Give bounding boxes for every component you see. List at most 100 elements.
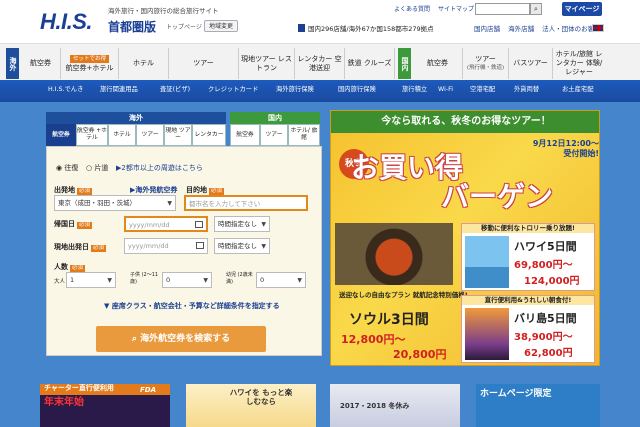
tab-overseas-tour[interactable]: ツアー xyxy=(136,124,164,146)
header-tabs: 国内店舗 海外店舗 法人・団体のお客様 xyxy=(474,23,607,33)
tab-local-tour[interactable]: 現地 ツアー xyxy=(164,124,192,146)
promo-hawaii-title: ハワイを もっと楽しむなら xyxy=(229,388,293,406)
tab-rentacar[interactable]: レンタカー xyxy=(192,124,226,146)
svc-wifi[interactable]: Wi-Fi xyxy=(438,83,453,97)
child-value: 0 xyxy=(166,276,171,284)
nav-rentacar[interactable]: レンタカー 空港送迎 xyxy=(295,48,345,79)
uk-flag-icon[interactable] xyxy=(592,24,604,32)
sitemap-link[interactable]: サイトマップ xyxy=(438,6,474,13)
search-flights-button[interactable]: ⌕ 海外航空券を検索する xyxy=(96,326,266,352)
nav-overseas-hotel[interactable]: ホテル xyxy=(119,48,169,79)
depart-date-input[interactable]: yyyy/mm/dd xyxy=(124,238,208,254)
nav-label: バスツアー xyxy=(513,59,548,67)
infant-select[interactable]: 0 ▼ xyxy=(256,272,306,288)
nav-overseas-air-hotel[interactable]: セットでお得 航空券+ホテル xyxy=(61,48,119,79)
faq-link[interactable]: よくある質問 xyxy=(394,6,430,13)
svc-ins-overseas[interactable]: 海外旅行保険 xyxy=(276,83,314,97)
store-stats: 国内296店舗/海外67か国158都市279拠点 xyxy=(308,25,434,33)
depart-date-text: 現地出発日 xyxy=(54,243,89,251)
autumn-sale-banner[interactable]: 今なら取れる、秋冬のお得なツアー！ 秋冬 お買い得 バーゲン 9月12日12:0… xyxy=(330,110,600,366)
search-button-label: 海外航空券を検索する xyxy=(140,334,231,344)
svc-ins-domestic[interactable]: 国内旅行保険 xyxy=(338,83,376,97)
overseas-nav-label: 海外 xyxy=(6,48,19,79)
chevron-down-icon: ▼ xyxy=(297,277,302,284)
sailboat-image xyxy=(465,236,509,288)
overseas-origin-link[interactable]: ▶海外発航空券 xyxy=(130,185,177,195)
calendar-icon[interactable] xyxy=(195,221,203,228)
nav-label: 航空券 xyxy=(30,59,51,67)
bali-offer[interactable]: 直行便利用&うれしい朝食付! バリ島5日間 38,900円〜 62,800円 xyxy=(461,295,595,363)
nav-sublabel: (飛行機・鉄道) xyxy=(466,64,505,71)
tab-domestic-tour[interactable]: ツアー xyxy=(260,124,288,146)
domestic-store-link[interactable]: 国内店舗 xyxy=(474,25,500,33)
his-logo[interactable]: H.I.S. xyxy=(40,9,93,35)
utility-links: よくある質問 サイトマップ xyxy=(394,4,480,13)
domestic-nav-label: 国内 xyxy=(398,48,411,79)
hawaii-offer[interactable]: 移動に便利なトロリー乗り放題! ハワイ5日間 69,800円〜 124,000円 xyxy=(461,223,595,291)
multi-city-link[interactable]: ▶2都市以上の周遊はこちら xyxy=(116,163,203,173)
svc-visa[interactable]: 査証(ビザ) xyxy=(160,83,190,97)
svc-delivery[interactable]: 空港宅配 xyxy=(470,83,495,97)
promo-hp-limited[interactable]: ホームページ限定 xyxy=(476,384,600,427)
depart-time-select[interactable]: 時間指定なし ▼ xyxy=(214,238,270,254)
calendar-icon[interactable] xyxy=(196,242,204,249)
tab-domestic-air[interactable]: 航空券 xyxy=(230,124,260,146)
required-badge: 必須 xyxy=(77,222,93,229)
nav-overseas-tour[interactable]: ツアー xyxy=(169,48,239,79)
nav-domestic-air[interactable]: 航空券 xyxy=(413,48,463,79)
svc-card[interactable]: クレジットカード xyxy=(208,83,258,97)
nav-overseas-air[interactable]: 航空券 xyxy=(21,48,61,79)
detail-conditions-link[interactable]: ▼ 座席クラス・航空会社・予算など詳細条件を指定する xyxy=(104,301,280,311)
svc-goods[interactable]: 旅行関連用品 xyxy=(100,83,138,97)
nav-label: 航空券+ホテル xyxy=(65,63,114,72)
mypage-button[interactable]: マイページ xyxy=(562,2,602,16)
svc-savings[interactable]: 旅行積立 xyxy=(402,83,427,97)
pax-text: 人数 xyxy=(54,263,68,271)
adult-select[interactable]: 1 ▼ xyxy=(66,272,116,288)
overseas-store-link[interactable]: 海外店舗 xyxy=(508,25,534,33)
promo-charter[interactable]: チャーター直行便利用 年末年始 FDA xyxy=(40,384,170,427)
promo-winter-title: 2017・2018 冬休み xyxy=(340,402,410,410)
svc-souvenir[interactable]: お土産宅配 xyxy=(562,83,593,97)
chevron-down-icon: ▼ xyxy=(104,302,112,310)
roundtrip-radio[interactable]: ◉ 往復 xyxy=(56,163,78,173)
nav-domestic-tour[interactable]: ツアー (飛行機・鉄道) xyxy=(463,48,509,79)
nav-domestic-hotel[interactable]: ホテル/旅館 レンタカー 体験/レジャー xyxy=(553,48,605,79)
promo-hawaii[interactable]: ハワイを もっと楽しむなら xyxy=(186,384,316,427)
nav-rail-cruise[interactable]: 鉄道 クルーズ xyxy=(345,48,395,79)
seoul-price-from: 12,800円〜 xyxy=(341,333,406,346)
global-nav: 海外 航空券 セットでお得 航空券+ホテル ホテル ツアー 現地ツアー レストラン… xyxy=(0,43,640,80)
region-change-button[interactable]: 地域変更 xyxy=(204,20,239,32)
oneway-radio[interactable]: ○ 片道 xyxy=(86,163,108,173)
nav-bus-tour[interactable]: バスツアー xyxy=(509,48,553,79)
chevron-down-icon: ▼ xyxy=(203,277,208,284)
site-header: H.I.S. 海外旅行・国内旅行の総合旅行サイト 首都圏版 トップページ 地域変… xyxy=(0,0,640,43)
site-search-input[interactable] xyxy=(475,3,530,15)
child-select[interactable]: 0 ▼ xyxy=(162,272,212,288)
svc-denki[interactable]: H.I.S.でんき xyxy=(48,83,83,97)
destination-label: 目的地 必須 xyxy=(186,185,225,195)
overseas-tab-header: 海外 xyxy=(46,112,226,124)
nav-local-tour[interactable]: 現地ツアー レストラン xyxy=(239,48,295,79)
promo-winter[interactable]: 2017・2018 冬休み xyxy=(330,384,460,427)
adult-label: 大人 xyxy=(54,279,66,285)
hawaii-price-from: 69,800円〜 xyxy=(514,260,573,271)
tab-overseas-air-hotel[interactable]: 航空券 +ホテル xyxy=(76,124,108,146)
top-page-link[interactable]: トップページ xyxy=(166,22,202,31)
bibimbap-image xyxy=(335,223,453,285)
detail-conditions-text: 座席クラス・航空会社・予算など詳細条件を指定する xyxy=(111,302,280,310)
bali-headline: 直行便利用&うれしい朝食付! xyxy=(462,296,594,305)
tab-domestic-hotel[interactable]: ホテル/ 旅館 xyxy=(288,124,320,146)
destination-input[interactable]: 都市名を入力して下さい xyxy=(184,195,308,211)
tab-overseas-hotel[interactable]: ホテル xyxy=(108,124,136,146)
departure-label: 出発地 必須 xyxy=(54,185,93,195)
chevron-down-icon: ▼ xyxy=(261,221,266,228)
departure-select[interactable]: 東京（成田・羽田・茨城） ▼ xyxy=(54,195,176,211)
tab-overseas-air[interactable]: 航空券 xyxy=(46,124,76,146)
return-date-input[interactable]: yyyy/mm/dd xyxy=(124,216,208,232)
return-time-select[interactable]: 時間指定なし ▼ xyxy=(214,216,270,232)
hawaii-headline: 移動に便利なトロリー乗り放題! xyxy=(462,224,594,233)
building-icon xyxy=(298,24,305,32)
svc-exchange[interactable]: 外貨両替 xyxy=(514,83,539,97)
search-icon[interactable]: ⌕ xyxy=(530,3,542,15)
